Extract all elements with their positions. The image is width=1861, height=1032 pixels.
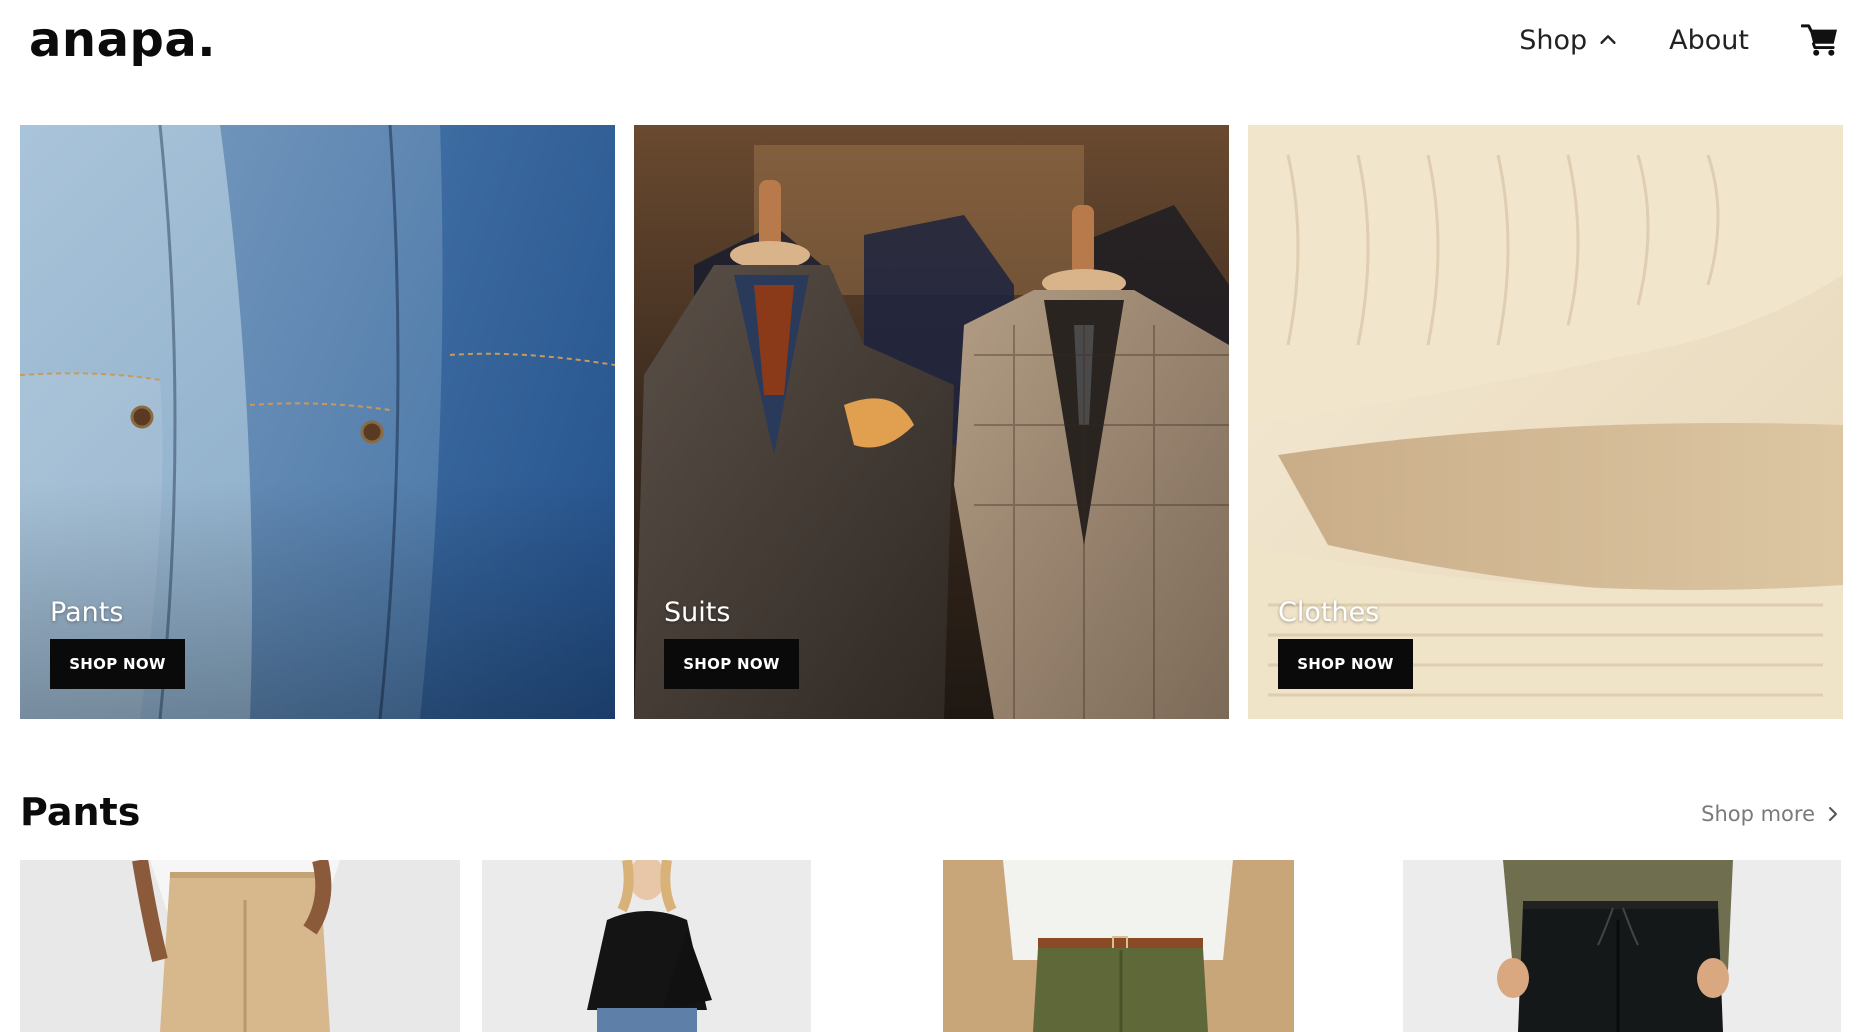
product-image-olive-trousers [943, 860, 1294, 1032]
product-image-black-joggers [1403, 860, 1841, 1032]
shop-now-pants-button[interactable]: SHOP NOW [50, 639, 185, 689]
brand-logo[interactable]: anapa. [29, 12, 216, 68]
product-card-1[interactable] [20, 860, 460, 1032]
chevron-right-icon [1829, 807, 1837, 821]
category-title-clothes: Clothes [1278, 597, 1380, 628]
nav-about-label: About [1669, 24, 1749, 56]
product-card-3[interactable] [943, 860, 1294, 1032]
product-image-khaki-chinos [20, 860, 460, 1032]
clothes-category-image [1248, 125, 1843, 719]
category-tile-pants[interactable]: Pants SHOP NOW [20, 125, 615, 719]
cart-icon[interactable] [1801, 23, 1839, 57]
chevron-up-icon [1600, 35, 1616, 44]
category-tiles: Pants SHOP NOW Suits SHOP NOW Clothes SH… [20, 125, 1843, 719]
nav-about-link[interactable]: About [1669, 25, 1749, 56]
shop-now-clothes-button[interactable]: SHOP NOW [1278, 639, 1413, 689]
category-tile-clothes[interactable]: Clothes SHOP NOW [1248, 125, 1843, 719]
main-nav: Shop About [1519, 18, 1839, 62]
pants-category-image [20, 125, 615, 719]
product-card-2[interactable] [482, 860, 811, 1032]
section-title-pants: Pants [20, 790, 141, 834]
category-title-pants: Pants [50, 597, 124, 628]
category-tile-suits[interactable]: Suits SHOP NOW [634, 125, 1229, 719]
product-image-black-sweater [482, 860, 811, 1032]
nav-shop-menu[interactable]: Shop [1519, 25, 1619, 56]
nav-shop-label: Shop [1519, 24, 1588, 56]
site-header: anapa. Shop About [0, 0, 1861, 96]
shop-now-suits-button[interactable]: SHOP NOW [664, 639, 799, 689]
category-title-suits: Suits [664, 597, 731, 628]
shop-more-label: Shop more [1701, 802, 1815, 826]
product-card-4[interactable] [1403, 860, 1841, 1032]
suits-category-image [634, 125, 1229, 719]
shop-more-link[interactable]: Shop more [1701, 802, 1841, 826]
